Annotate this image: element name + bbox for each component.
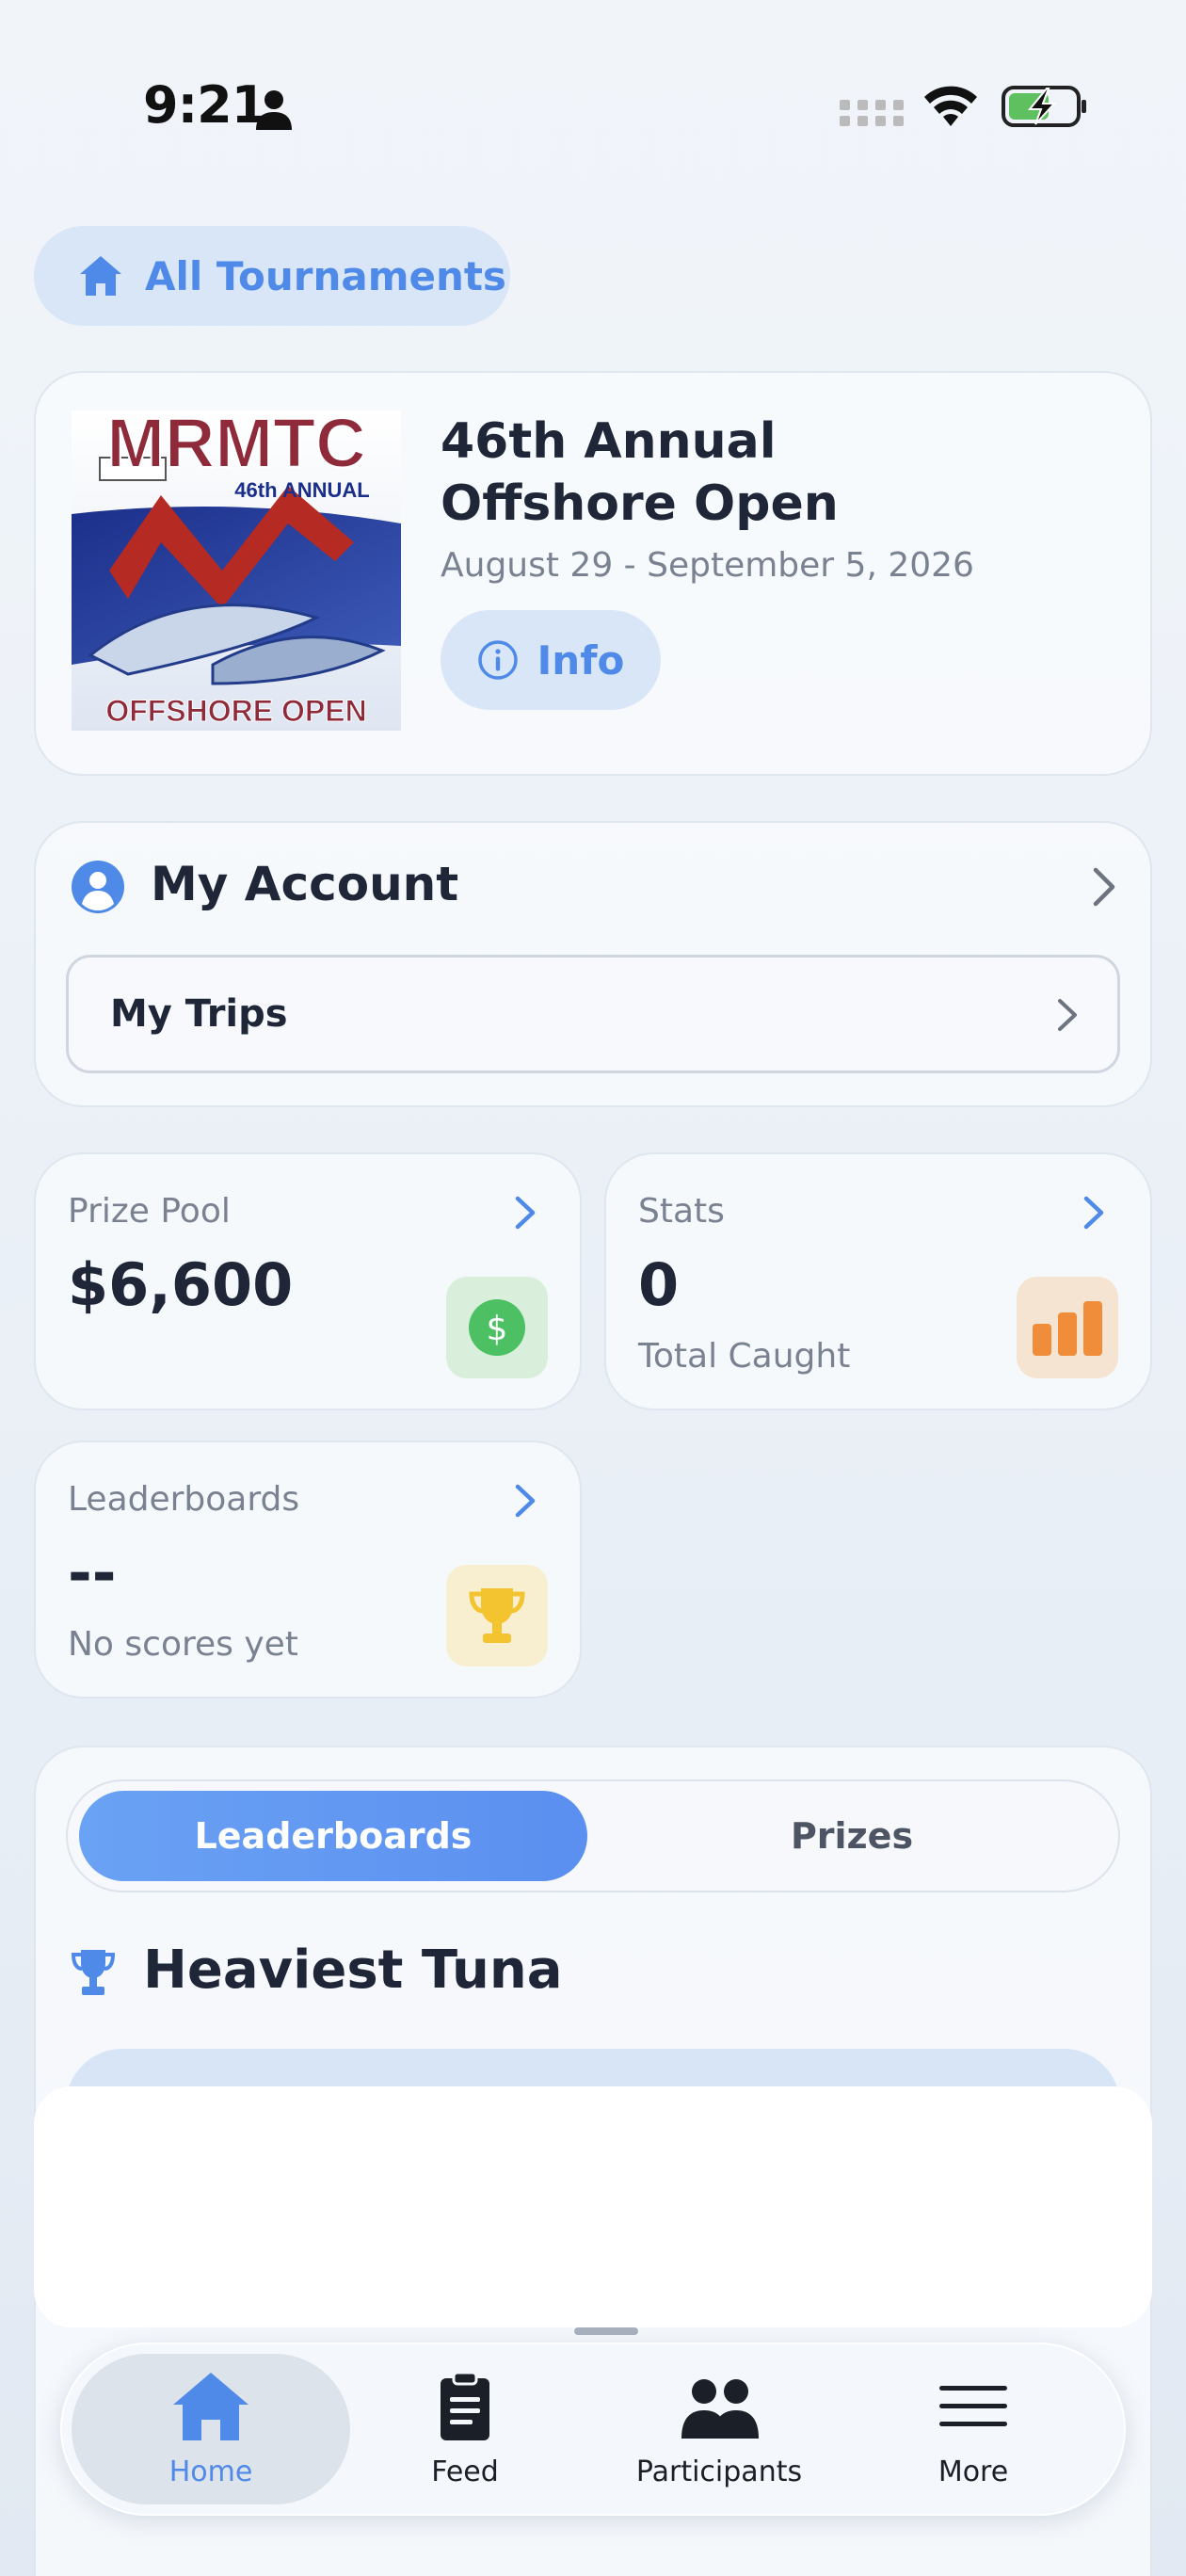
svg-text:$: $ (487, 1310, 508, 1348)
sheet-handle[interactable] (574, 2327, 638, 2335)
info-icon (477, 640, 518, 680)
logo-text: MRMTC (106, 411, 365, 482)
bar-chart-tile (1017, 1277, 1118, 1378)
dollar-tile: $ (446, 1277, 548, 1378)
chevron-right-icon (1058, 999, 1077, 1031)
logo-footer: OFFSHORE OPEN (105, 694, 366, 728)
tab-leaderboards[interactable]: Leaderboards (79, 1791, 587, 1881)
info-button[interactable]: Info (441, 610, 661, 710)
tournament-logo: MRMTC 46th ANNUAL OFFSHORE OPEN (72, 411, 401, 731)
leaderboards-sub: No scores yet (68, 1625, 298, 1664)
stats-label: Stats (638, 1192, 725, 1231)
chevron-right-icon (1083, 1196, 1104, 1230)
battery-charging-icon (1002, 86, 1086, 127)
tournament-dates: August 29 - September 5, 2026 (441, 546, 974, 585)
person-icon (256, 90, 292, 130)
bar-chart-icon (1033, 1301, 1102, 1356)
all-tournaments-button[interactable]: All Tournaments (34, 226, 510, 326)
chevron-right-icon (1093, 867, 1115, 907)
wifi-icon (924, 86, 977, 126)
chevron-right-icon (515, 1484, 536, 1518)
stats-value: 0 (638, 1250, 680, 1319)
leaderboards-value: -- (68, 1538, 117, 1607)
dollar-icon: $ (469, 1299, 525, 1356)
home-icon (173, 2373, 248, 2440)
prize-pool-label: Prize Pool (68, 1192, 231, 1231)
prize-pool-value: $6,600 (68, 1250, 294, 1319)
nav-home-label: Home (168, 2455, 253, 2488)
my-account-title: My Account (151, 857, 459, 911)
my-trips-label: My Trips (110, 992, 288, 1036)
nav-participants-label: Participants (635, 2455, 803, 2488)
info-label: Info (537, 636, 625, 684)
section-title: Heaviest Tuna (143, 1940, 563, 2001)
leaderboards-label: Leaderboards (68, 1480, 300, 1519)
trophy-icon (72, 1950, 115, 1995)
people-icon (681, 2379, 759, 2439)
tournament-title: 46th Annual Offshore Open (441, 413, 839, 532)
chevron-right-icon (515, 1196, 536, 1230)
nav-participants[interactable]: Participants (597, 2371, 841, 2488)
clipboard-icon (441, 2371, 489, 2440)
nav-more-label: More (938, 2455, 1009, 2488)
nav-home[interactable]: Home (88, 2371, 333, 2488)
trophy-tile (446, 1565, 548, 1666)
stats-sub: Total Caught (638, 1337, 851, 1376)
menu-icon (939, 2386, 1007, 2426)
nav-feed[interactable]: Feed (343, 2371, 587, 2488)
marlin-logo-image: MRMTC 46th ANNUAL OFFSHORE OPEN (72, 411, 401, 731)
bottom-sheet[interactable] (34, 2086, 1152, 2327)
status-time: 9:21 (143, 75, 266, 135)
home-icon (80, 256, 121, 296)
my-trips-button[interactable]: My Trips (66, 955, 1120, 1073)
logo-subtitle: 46th ANNUAL (234, 478, 369, 502)
nav-feed-label: Feed (431, 2455, 499, 2488)
signal-icon (840, 100, 904, 126)
tab-prizes[interactable]: Prizes (602, 1791, 1101, 1881)
all-tournaments-label: All Tournaments (145, 252, 506, 299)
trophy-icon (469, 1588, 525, 1643)
nav-more[interactable]: More (851, 2371, 1096, 2488)
user-circle-icon (72, 861, 124, 913)
